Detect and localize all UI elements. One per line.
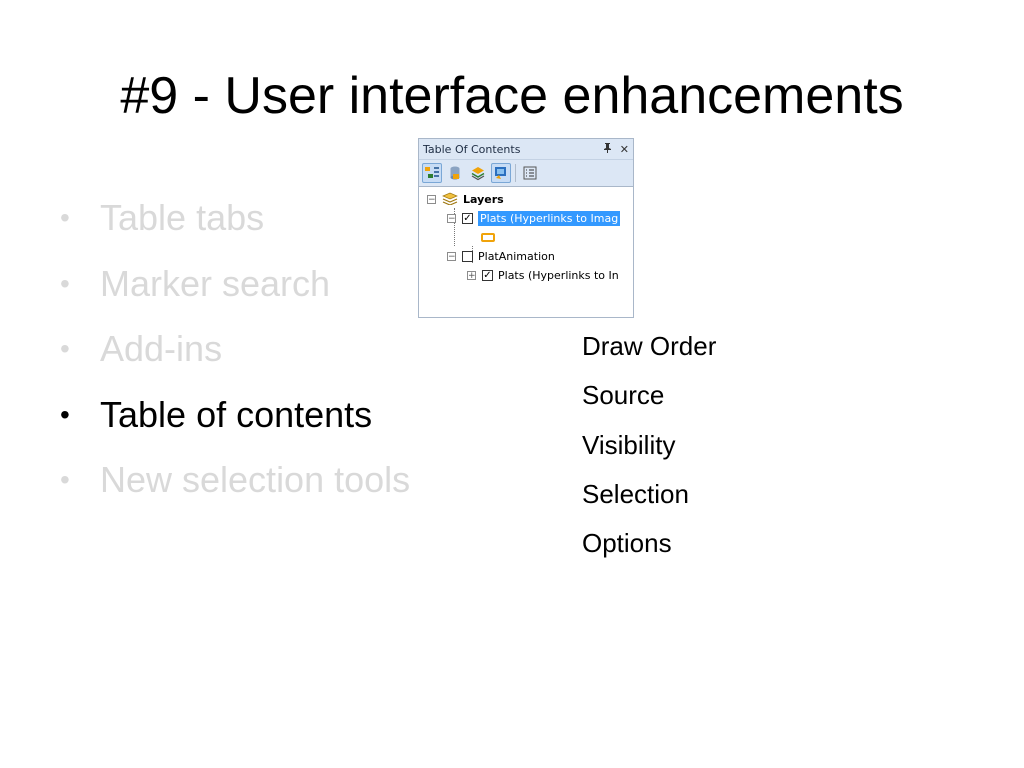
bullet-label: Marker search xyxy=(100,262,331,304)
layers-icon xyxy=(442,192,458,208)
tree-row-symbol[interactable] xyxy=(419,228,633,247)
collapse-icon[interactable]: − xyxy=(447,252,456,262)
collapse-icon[interactable]: − xyxy=(447,214,456,224)
bullet-item: • Add-ins xyxy=(60,316,410,382)
bullet-symbol: • xyxy=(60,333,70,364)
bullet-label: Add-ins xyxy=(100,328,223,369)
toc-titlebar[interactable]: Table Of Contents ✕ xyxy=(419,139,633,160)
bullet-item: • New selection tools xyxy=(60,447,410,513)
tree-label-plats-selected[interactable]: Plats (Hyperlinks to Imag xyxy=(478,211,621,226)
bullet-item: • Marker search xyxy=(60,251,410,317)
bullet-symbol: • xyxy=(60,464,70,495)
tree-row-plats-child[interactable]: + ✓ Plats (Hyperlinks to In xyxy=(419,266,633,285)
feature-selection: Selection xyxy=(582,478,689,509)
bullet-label: New selection tools xyxy=(100,459,411,500)
feature-draw-order: Draw Order xyxy=(582,331,717,361)
bullet-label: Table of contents xyxy=(100,393,373,435)
collapse-icon[interactable]: − xyxy=(427,195,436,205)
options-icon[interactable] xyxy=(520,163,540,183)
bullet-symbol: • xyxy=(60,398,70,430)
list-by-visibility-icon[interactable] xyxy=(468,163,488,183)
visibility-checkbox[interactable]: ✓ xyxy=(482,270,493,281)
tree-row-platanimation[interactable]: − PlatAnimation xyxy=(419,247,633,266)
bullet-item-active: • Table of contents xyxy=(60,382,410,448)
table-of-contents-window: Table Of Contents ✕ − Layers − ✓ Plats (… xyxy=(418,138,634,318)
tree-row-plats[interactable]: − ✓ Plats (Hyperlinks to Imag xyxy=(419,209,633,228)
slide-title: #9 - User interface enhancements xyxy=(120,67,904,125)
pin-icon[interactable] xyxy=(603,142,612,156)
bullet-list: • Table tabs • Marker search • Add-ins • Tab… xyxy=(60,185,410,513)
close-icon[interactable]: ✕ xyxy=(620,143,629,156)
bullet-label: Table tabs xyxy=(100,197,265,238)
list-by-selection-icon[interactable] xyxy=(491,163,511,183)
toc-title: Table Of Contents xyxy=(423,142,521,156)
feature-visibility: Visibility xyxy=(582,429,676,460)
bullet-symbol: • xyxy=(60,202,70,233)
toc-toolbar xyxy=(419,160,633,187)
list-by-source-icon[interactable] xyxy=(445,163,465,183)
tree-label-plats-child[interactable]: Plats (Hyperlinks to In xyxy=(498,269,619,282)
expand-icon[interactable]: + xyxy=(467,271,476,281)
feature-source: Source xyxy=(582,380,665,411)
visibility-checkbox[interactable] xyxy=(462,251,473,262)
bullet-item: • Table tabs xyxy=(60,185,410,251)
feature-options: Options xyxy=(582,528,672,559)
polygon-symbol-icon[interactable] xyxy=(481,233,495,242)
visibility-checkbox[interactable]: ✓ xyxy=(462,213,473,224)
tree-label-layers: Layers xyxy=(463,193,504,206)
tree-row-layers[interactable]: − Layers xyxy=(419,190,633,209)
feature-list: Draw Order Source Visibility Selection O… xyxy=(582,322,716,568)
toolbar-separator xyxy=(515,164,516,182)
tree-label-platanimation[interactable]: PlatAnimation xyxy=(478,250,555,263)
list-by-drawing-order-icon[interactable] xyxy=(422,163,442,183)
toc-tree: − Layers − ✓ Plats (Hyperlinks to Imag −… xyxy=(419,187,633,285)
bullet-symbol: • xyxy=(60,267,70,299)
